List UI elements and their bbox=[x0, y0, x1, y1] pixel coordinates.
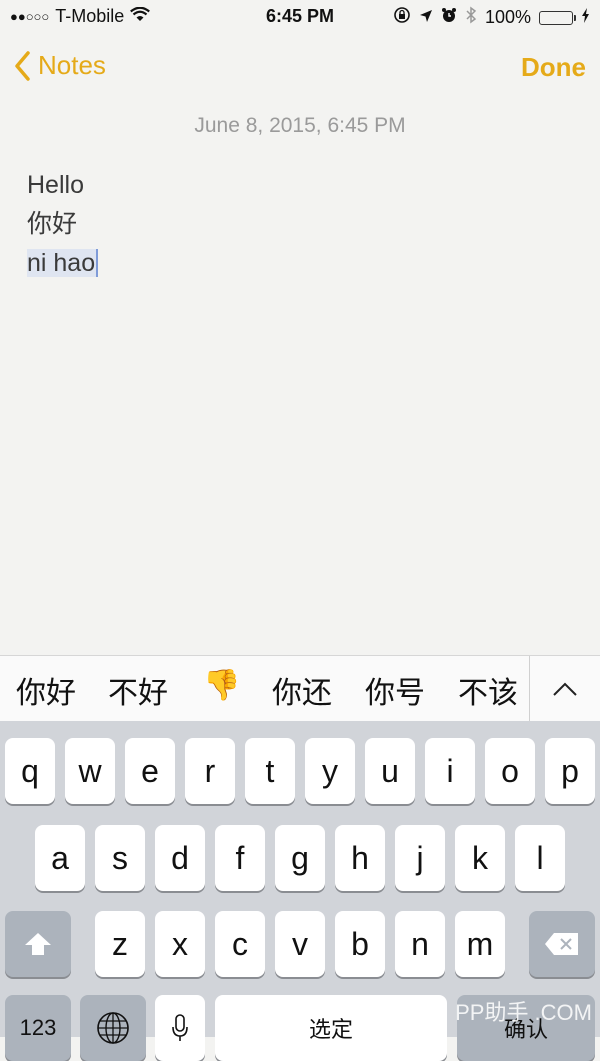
key-g[interactable]: g bbox=[275, 825, 325, 891]
note-date: June 8, 2015, 6:45 PM bbox=[194, 114, 406, 137]
charging-icon bbox=[581, 7, 590, 28]
shift-key[interactable] bbox=[5, 911, 71, 977]
note-line: 你好 bbox=[27, 210, 78, 238]
key-n[interactable]: n bbox=[395, 911, 445, 977]
alarm-icon bbox=[441, 7, 457, 28]
status-bar: ●●○○○ T-Mobile 6:45 PM 100% bbox=[0, 0, 600, 34]
candidate-bar: 你好 不好 👎 你还 你号 不该 bbox=[0, 655, 600, 722]
chevron-left-icon bbox=[15, 50, 30, 81]
key-s[interactable]: s bbox=[95, 825, 145, 891]
numbers-key[interactable]: 123 bbox=[5, 995, 71, 1061]
note-line: Hello bbox=[27, 171, 84, 199]
globe-key[interactable] bbox=[80, 995, 146, 1061]
back-button[interactable]: Notes bbox=[14, 50, 106, 81]
key-p[interactable]: p bbox=[545, 738, 595, 804]
candidate-item[interactable]: 你好 bbox=[16, 668, 76, 712]
done-button[interactable]: Done bbox=[521, 52, 586, 83]
key-h[interactable]: h bbox=[335, 825, 385, 891]
back-label: Notes bbox=[38, 50, 106, 80]
marked-text: ni hao bbox=[27, 249, 99, 277]
key-f[interactable]: f bbox=[215, 825, 265, 891]
backspace-icon bbox=[545, 933, 578, 955]
battery-icon bbox=[539, 10, 576, 25]
key-o[interactable]: o bbox=[485, 738, 535, 804]
key-a[interactable]: a bbox=[35, 825, 85, 891]
delete-key[interactable] bbox=[529, 911, 595, 977]
keyboard: qwertyuiop asdfghjkl zxcvbnm 123 选定 确认 bbox=[0, 721, 600, 1061]
rotation-lock-icon bbox=[393, 6, 411, 29]
key-m[interactable]: m bbox=[455, 911, 505, 977]
key-q[interactable]: q bbox=[5, 738, 55, 804]
key-j[interactable]: j bbox=[395, 825, 445, 891]
candidate-item[interactable]: 不该 bbox=[458, 668, 518, 712]
key-e[interactable]: e bbox=[125, 738, 175, 804]
return-key[interactable]: 确认 bbox=[457, 995, 595, 1061]
key-l[interactable]: l bbox=[515, 825, 565, 891]
shift-icon bbox=[25, 933, 51, 955]
key-i[interactable]: i bbox=[425, 738, 475, 804]
key-z[interactable]: z bbox=[95, 911, 145, 977]
expand-candidates-button[interactable] bbox=[529, 656, 600, 722]
navigation-bar: Notes Done bbox=[0, 44, 600, 94]
key-v[interactable]: v bbox=[275, 911, 325, 977]
key-y[interactable]: y bbox=[305, 738, 355, 804]
key-x[interactable]: x bbox=[155, 911, 205, 977]
key-d[interactable]: d bbox=[155, 825, 205, 891]
candidate-item[interactable]: 不好 bbox=[108, 668, 168, 712]
key-t[interactable]: t bbox=[245, 738, 295, 804]
candidate-item[interactable]: 👎 bbox=[203, 668, 240, 703]
candidate-item[interactable]: 你还 bbox=[272, 668, 332, 712]
dictation-key[interactable] bbox=[155, 995, 205, 1061]
chevron-up-icon bbox=[553, 682, 577, 696]
candidate-item[interactable]: 你号 bbox=[365, 668, 425, 712]
globe-icon bbox=[97, 1012, 129, 1044]
note-body[interactable]: Hello 你好 ni hao bbox=[27, 166, 99, 283]
key-u[interactable]: u bbox=[365, 738, 415, 804]
key-c[interactable]: c bbox=[215, 911, 265, 977]
key-w[interactable]: w bbox=[65, 738, 115, 804]
key-k[interactable]: k bbox=[455, 825, 505, 891]
key-r[interactable]: r bbox=[185, 738, 235, 804]
location-icon bbox=[419, 7, 433, 28]
battery-percent: 100% bbox=[484, 7, 531, 27]
microphone-icon bbox=[172, 1014, 188, 1041]
key-b[interactable]: b bbox=[335, 911, 385, 977]
space-key[interactable]: 选定 bbox=[215, 995, 447, 1061]
bluetooth-icon bbox=[465, 6, 477, 29]
